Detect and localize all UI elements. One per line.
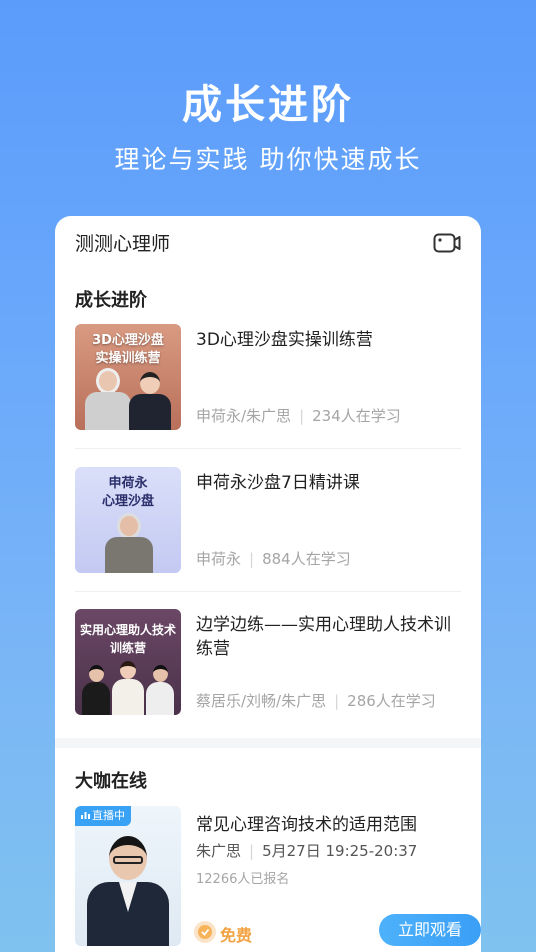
presenter-figure [111,661,145,715]
section-title-live: 大咖在线 [75,771,147,792]
divider [75,591,461,592]
course-learners: 884人在学习 [262,550,351,568]
section-gap [55,738,481,748]
live-thumbnail[interactable]: 直播中 [75,806,181,946]
course-title: 3D心理沙盘实操训练营 [196,330,373,350]
speaker-figure [85,836,171,946]
live-title: 常见心理咨询技术的适用范围 [196,815,417,835]
course-meta: 申荷永 | 884人在学习 [196,548,461,569]
camera-icon[interactable] [433,232,461,254]
divider [75,448,461,449]
price-label: 免费 [220,926,253,945]
live-speaker: 朱广思 [196,842,242,860]
coin-icon [194,921,216,943]
meta-separator: | [249,842,255,860]
course-title: 申荷永沙盘7日精讲课 [196,473,360,493]
presenter-figure [145,665,175,715]
course-meta: 蔡居乐/刘畅/朱广思 | 286人在学习 [196,690,461,711]
hero-subtitle: 理论与实践 助你快速成长 [114,145,422,174]
live-item[interactable]: 直播中 常见心理咨询技术的适用范围 朱广思 | 5月27日 19:25-20:37 … [75,806,481,952]
thumb-title-line2: 训练营 [109,641,146,655]
thumb-title-line1: 申荷永 [108,476,148,491]
card-header: 测测心理师 [75,230,461,260]
presenter-figure [127,372,173,430]
course-learners: 286人在学习 [347,692,436,710]
glasses [113,856,143,864]
screen: 成长进阶 理论与实践 助你快速成长 测测心理师 成长进阶 3D心理沙盘 实操训练… [0,0,536,952]
live-meta: 朱广思 | 5月27日 19:25-20:37 [196,840,417,861]
watch-now-button[interactable]: 立即观看 [379,914,481,946]
presenter-figure [81,665,111,715]
meta-separator: | [299,407,305,425]
thumb-title-line2: 实操训练营 [95,351,161,366]
course-thumbnail[interactable]: 3D心理沙盘 实操训练营 [75,324,181,430]
course-item-1[interactable]: 3D心理沙盘 实操训练营 3D心理沙盘实操训练营 申荷永/朱广思 | 234人在学习 [75,324,461,432]
app-name: 测测心理师 [75,233,171,255]
thumb-title-line1: 实用心理助人技术 [79,623,176,637]
meta-separator: | [334,692,340,710]
live-badge-label: 直播中 [92,809,125,822]
section-title-growth: 成长进阶 [75,290,147,311]
course-item-2[interactable]: 申荷永 心理沙盘 申荷永沙盘7日精讲课 申荷永 | 884人在学习 [75,467,461,575]
course-thumbnail[interactable]: 实用心理助人技术 训练营 [75,609,181,715]
presenter-figure [103,513,155,573]
course-meta: 申荷永/朱广思 | 234人在学习 [196,405,461,426]
live-time: 5月27日 19:25-20:37 [262,842,418,860]
thumb-title-line1: 3D心理沙盘 [92,333,164,348]
hero-title: 成长进阶 [182,82,354,128]
live-badge: 直播中 [75,806,131,826]
course-learners: 234人在学习 [312,407,401,425]
content-card: 测测心理师 成长进阶 3D心理沙盘 实操训练营 3D心理沙盘实操训练营 申荷永/… [55,216,481,952]
course-title: 边学边练——实用心理助人技术训练营 [196,615,451,659]
course-teachers: 申荷永/朱广思 [196,407,292,425]
course-item-3[interactable]: 实用心理助人技术 训练营 边学边练——实用心理助人技术训练营 蔡居乐/刘畅/朱广… [75,609,461,717]
presenter-figure [83,368,133,430]
course-thumbnail[interactable]: 申荷永 心理沙盘 [75,467,181,573]
thumb-title-line2: 心理沙盘 [101,494,154,509]
meta-separator: | [249,550,255,568]
signal-icon [81,806,90,826]
course-teachers: 申荷永 [196,550,242,568]
live-signups: 12266人已报名 [196,872,290,887]
course-teachers: 蔡居乐/刘畅/朱广思 [196,692,327,710]
